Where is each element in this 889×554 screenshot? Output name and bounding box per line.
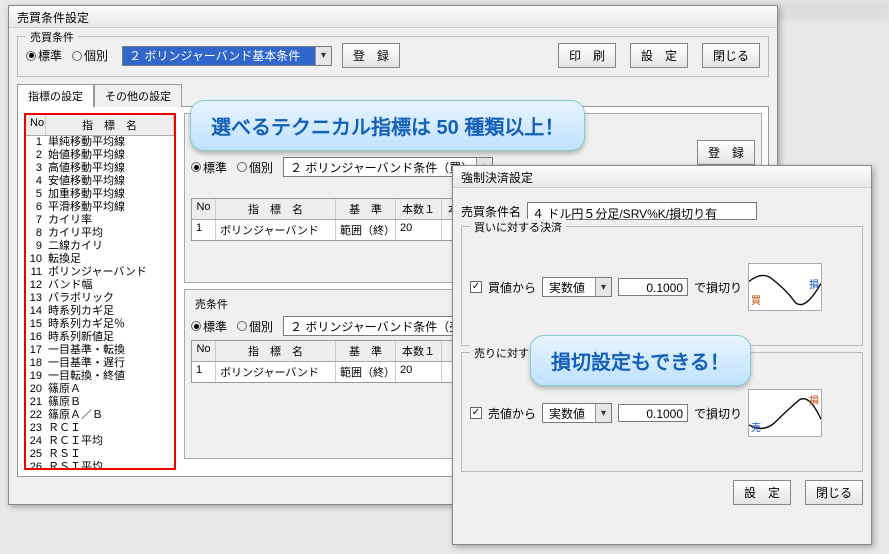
list-item[interactable]: 5加重移動平均線 (26, 188, 174, 201)
chevron-down-icon (315, 47, 331, 65)
close-button[interactable]: 閉じる (702, 43, 760, 68)
buy-mode-select[interactable]: 実数値 (542, 277, 612, 297)
indicator-header: No 指 標 名 (26, 115, 174, 136)
list-item[interactable]: 17一目基準・転換 (26, 344, 174, 357)
buy-settle-fieldset: 買いに対する決済 買値から 実数値 0.1000 で損切り 買 損 (461, 226, 863, 346)
buy-radio-individual[interactable]: 個別 (237, 159, 273, 176)
list-item[interactable]: 6平滑移動平均線 (26, 201, 174, 214)
list-item[interactable]: 9二線カイリ (26, 240, 174, 253)
buy-checkbox[interactable] (470, 281, 482, 293)
buy-register-button[interactable]: 登 録 (697, 140, 755, 165)
list-item[interactable]: 12バンド幅 (26, 279, 174, 292)
buy-value-input[interactable]: 0.1000 (618, 278, 688, 296)
register-button[interactable]: 登 録 (342, 43, 400, 68)
list-item[interactable]: 18一目基準・遅行 (26, 357, 174, 370)
list-item[interactable]: 14時系列カギ足 (26, 305, 174, 318)
sell-mode-select[interactable]: 実数値 (542, 403, 612, 423)
sell-radio-standard[interactable]: 標準 (191, 318, 227, 335)
list-item[interactable]: 21篠原Ｂ (26, 396, 174, 409)
trade-cond-fieldset: 売買条件 標準 個別 ２ ボリンジャーバンド基本条件 登 録 印 刷 設 定 閉… (17, 36, 769, 77)
chevron-down-icon (595, 278, 611, 296)
indicator-listbox[interactable]: No 指 標 名 1単純移動平均線2始値移動平均線3高値移動平均線4安値移動平均… (24, 113, 176, 470)
condname-label: 売買条件名 (461, 203, 521, 220)
main-title: 売買条件設定 (17, 11, 89, 25)
tab-other-settings[interactable]: その他の設定 (94, 84, 182, 107)
list-item[interactable]: 24ＲＣＩ平均 (26, 435, 174, 448)
sub-settings-button[interactable]: 設 定 (733, 480, 791, 505)
list-item[interactable]: 2始値移動平均線 (26, 149, 174, 162)
list-item[interactable]: 23ＲＣＩ (26, 422, 174, 435)
sell-value-input[interactable]: 0.1000 (618, 404, 688, 422)
radio-standard[interactable]: 標準 (26, 47, 62, 64)
settings-button[interactable]: 設 定 (630, 43, 688, 68)
list-item[interactable]: 19一目転換・終値 (26, 370, 174, 383)
callout-indicators: 選べるテクニカル指標は 50 種類以上！ (190, 100, 585, 151)
list-item[interactable]: 13パラボリック (26, 292, 174, 305)
sell-radio-individual[interactable]: 個別 (237, 318, 273, 335)
list-item[interactable]: 3高値移動平均線 (26, 162, 174, 175)
list-item[interactable]: 25ＲＳＩ (26, 448, 174, 461)
list-item[interactable]: 22篠原Ａ／Ｂ (26, 409, 174, 422)
list-item[interactable]: 4安値移動平均線 (26, 175, 174, 188)
list-item[interactable]: 10転換足 (26, 253, 174, 266)
chevron-down-icon (595, 404, 611, 422)
sell-checkbox[interactable] (470, 407, 482, 419)
sell-chart: 売 損 (748, 389, 822, 437)
sub-close-button[interactable]: 閉じる (805, 480, 863, 505)
buy-radio-standard[interactable]: 標準 (191, 159, 227, 176)
radio-individual[interactable]: 個別 (72, 47, 108, 64)
mode-radios: 標準 個別 (26, 47, 112, 64)
tab-indicator-settings[interactable]: 指標の設定 (17, 84, 94, 107)
list-item[interactable]: 8カイリ平均 (26, 227, 174, 240)
main-condition-select[interactable]: ２ ボリンジャーバンド基本条件 (122, 46, 332, 66)
main-titlebar: 売買条件設定 (9, 6, 777, 28)
trade-cond-legend: 売買条件 (26, 29, 78, 45)
print-button[interactable]: 印 刷 (558, 43, 616, 68)
list-item[interactable]: 11ボリンジャーバンド (26, 266, 174, 279)
list-item[interactable]: 1単純移動平均線 (26, 136, 174, 149)
list-item[interactable]: 20篠原Ａ (26, 383, 174, 396)
buy-chart: 買 損 (748, 263, 822, 311)
callout-stoploss: 損切設定もできる！ (530, 335, 751, 386)
sub-titlebar: 強制決済設定 (453, 166, 871, 188)
list-item[interactable]: 15時系列カギ足％ (26, 318, 174, 331)
condname-field[interactable]: ４ ドル円５分足/SRV%K/損切り有 (527, 202, 757, 220)
list-item[interactable]: 7カイリ率 (26, 214, 174, 227)
list-item[interactable]: 16時系列新値足 (26, 331, 174, 344)
sub-title: 強制決済設定 (461, 171, 533, 185)
list-item[interactable]: 26ＲＳＩ平均 (26, 461, 174, 470)
